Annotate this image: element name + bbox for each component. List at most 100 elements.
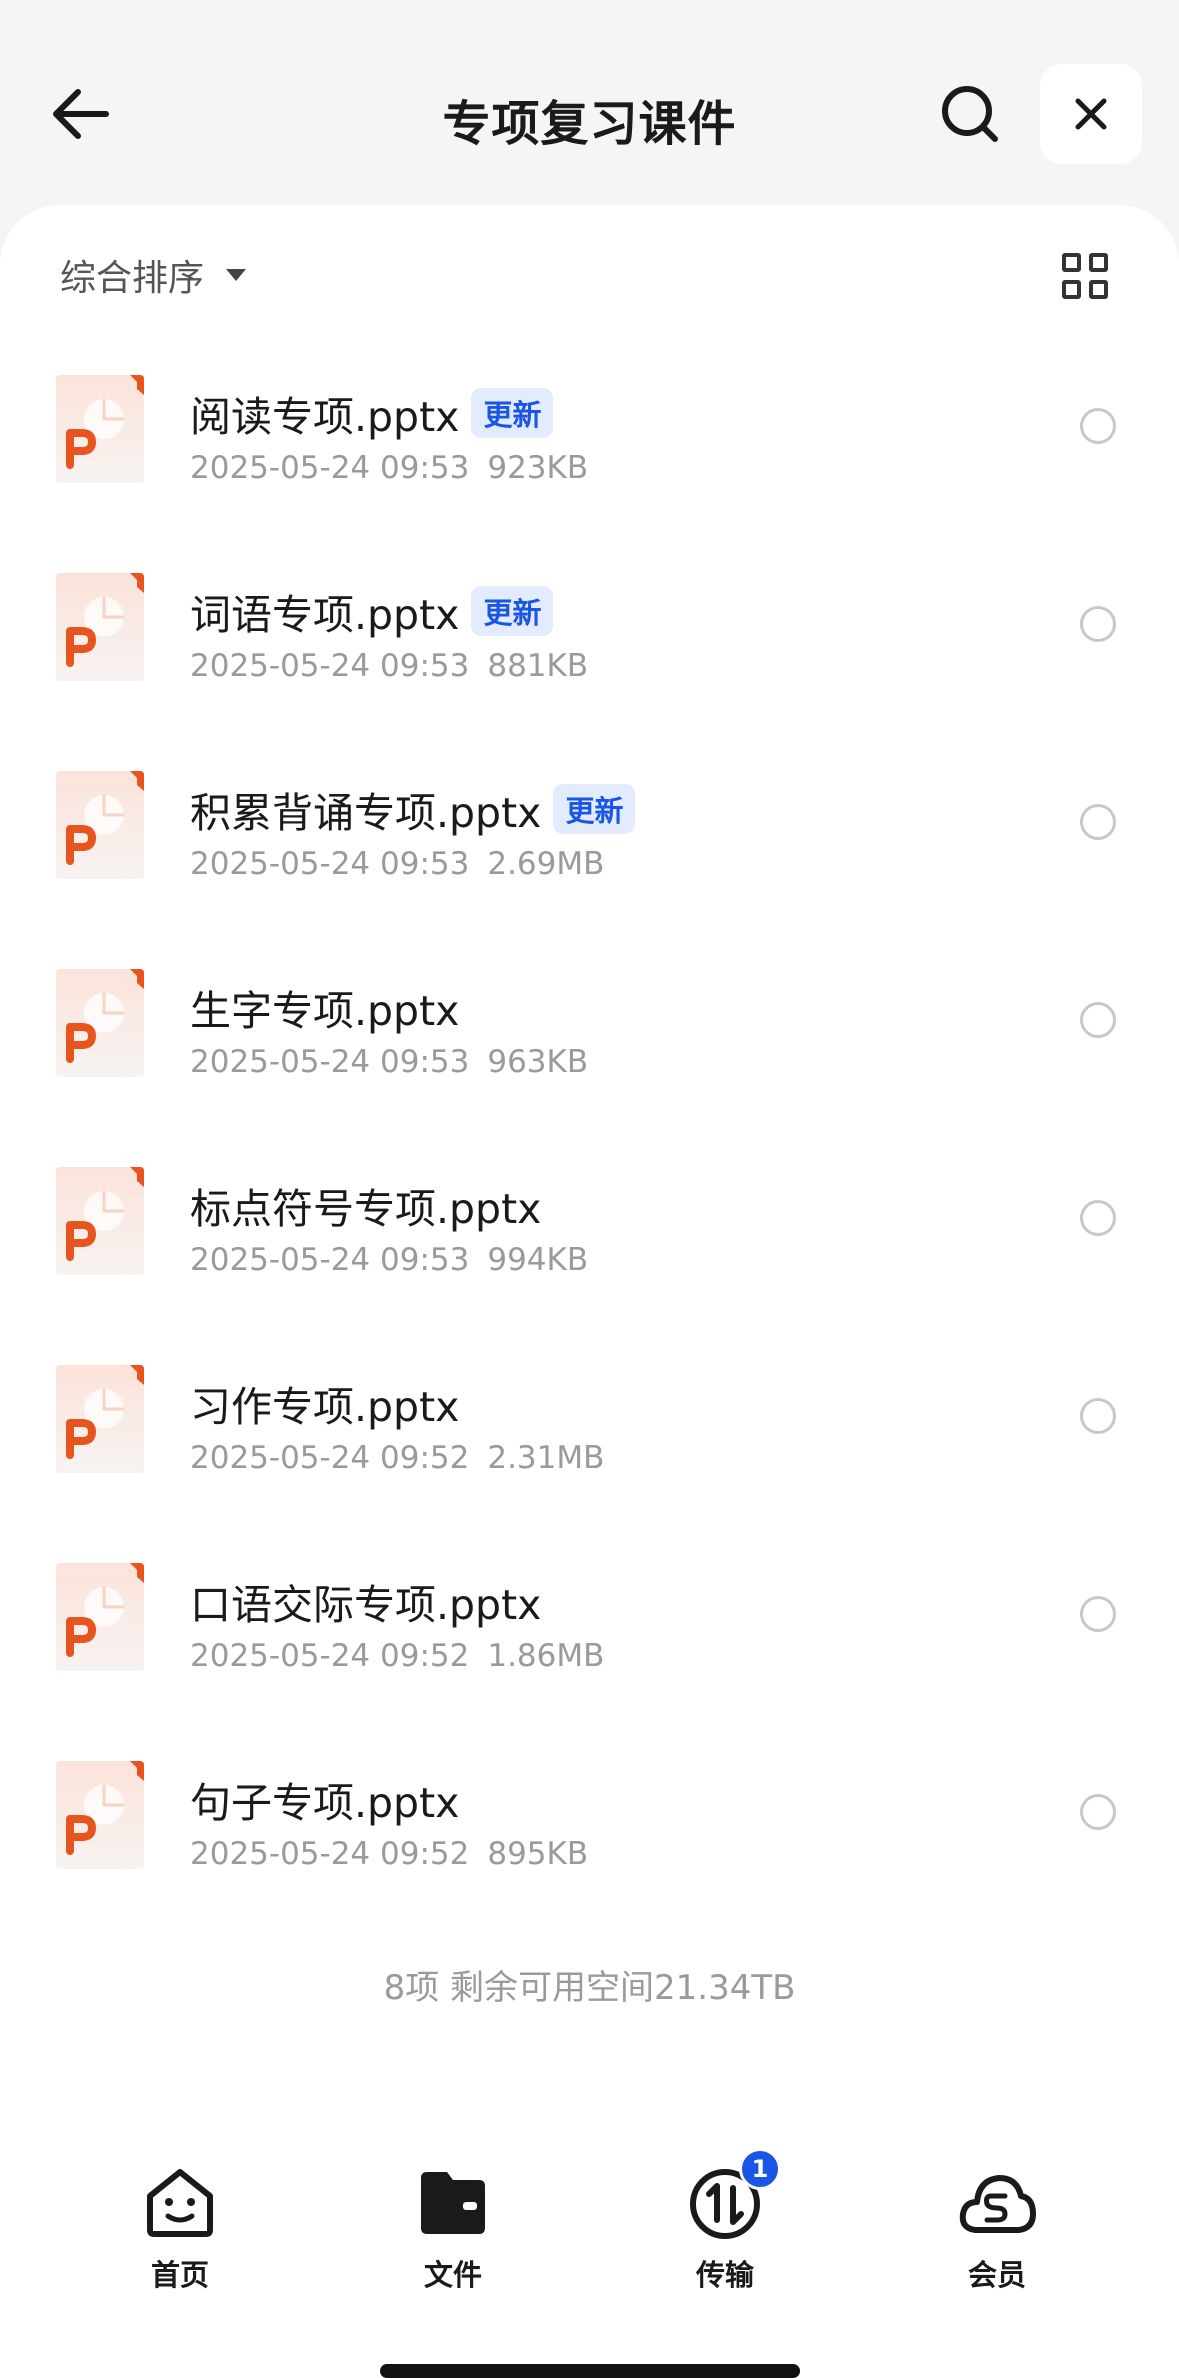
file-name: 标点符号专项.pptx [190, 1185, 542, 1233]
tab-files-label: 文件 [423, 2258, 482, 2292]
file-size: 994KB [487, 1242, 589, 1278]
file-date: 2025-05-24 09:53 [190, 648, 470, 684]
grid-view-icon-cell [1089, 253, 1108, 272]
powerpoint-file-icon [52, 771, 144, 879]
file-row[interactable]: 积累背诵专项.pptx 更新 2025-05-24 09:53 2.69MB [0, 761, 1179, 959]
powerpoint-file-icon [52, 1167, 144, 1275]
powerpoint-file-icon [52, 1365, 144, 1473]
file-name: 习作专项.pptx [190, 1383, 460, 1431]
file-size: 2.31MB [487, 1440, 605, 1476]
select-radio[interactable] [1080, 804, 1116, 840]
search-button[interactable] [930, 74, 1010, 154]
file-date: 2025-05-24 09:53 [190, 1044, 470, 1080]
caret-down-icon [226, 269, 247, 281]
file-meta: 2025-05-24 09:53 994KB [190, 1242, 588, 1278]
powerpoint-file-icon [52, 969, 144, 1077]
sort-button[interactable]: 综合排序 [60, 250, 247, 300]
tab-membership[interactable]: 会员 [907, 2130, 1087, 2292]
file-meta: 2025-05-24 09:53 881KB [190, 648, 588, 684]
file-row[interactable]: 口语交际专项.pptx 2025-05-24 09:52 1.86MB [0, 1553, 1179, 1751]
powerpoint-file-icon [52, 1563, 144, 1671]
bottom-tab-bar: 首页 文件 1 传输 会员 [0, 2130, 1179, 2292]
updated-badge: 更新 [471, 388, 554, 438]
transfer-icon: 1 [685, 2148, 781, 2242]
file-date: 2025-05-24 09:53 [190, 846, 470, 882]
file-name: 生字专项.pptx [190, 987, 460, 1035]
folder-icon [413, 2162, 493, 2242]
file-row[interactable]: 句子专项.pptx 2025-05-24 09:52 895KB [0, 1751, 1179, 1949]
file-name: 阅读专项.pptx [190, 393, 460, 441]
select-radio[interactable] [1080, 1002, 1116, 1038]
file-size: 963KB [487, 1044, 589, 1080]
file-name: 句子专项.pptx [190, 1779, 460, 1827]
file-name-wrap: 阅读专项.pptx 更新 [190, 383, 554, 443]
close-button[interactable] [1040, 64, 1142, 164]
file-size: 895KB [487, 1836, 589, 1872]
file-date: 2025-05-24 09:52 [190, 1638, 470, 1674]
file-date: 2025-05-24 09:52 [190, 1836, 470, 1872]
tab-transfer[interactable]: 1 传输 [635, 2130, 815, 2292]
file-name-wrap: 习作专项.pptx [190, 1373, 459, 1433]
file-name-wrap: 标点符号专项.pptx [190, 1175, 541, 1235]
transfer-count-badge: 1 [739, 2148, 781, 2190]
file-name-wrap: 词语专项.pptx 更新 [190, 581, 554, 641]
file-row[interactable]: 标点符号专项.pptx 2025-05-24 09:53 994KB [0, 1157, 1179, 1355]
header: 专项复习课件 [0, 0, 1179, 205]
file-row[interactable]: 词语专项.pptx 更新 2025-05-24 09:53 881KB [0, 563, 1179, 761]
tab-transfer-label: 传输 [695, 2258, 754, 2292]
select-radio[interactable] [1080, 606, 1116, 642]
file-date: 2025-05-24 09:53 [190, 450, 470, 486]
tab-home[interactable]: 首页 [90, 2130, 270, 2292]
select-radio[interactable] [1080, 1596, 1116, 1632]
file-meta: 2025-05-24 09:53 963KB [190, 1044, 588, 1080]
powerpoint-file-icon [52, 1761, 144, 1869]
list-toolbar: 综合排序 [0, 205, 1179, 335]
grid-view-icon-cell [1062, 280, 1081, 299]
grid-view-icon [1062, 253, 1081, 272]
file-row[interactable]: 阅读专项.pptx 更新 2025-05-24 09:53 923KB [0, 365, 1179, 563]
select-radio[interactable] [1080, 1794, 1116, 1830]
file-name-wrap: 积累背诵专项.pptx 更新 [190, 779, 636, 839]
select-radio[interactable] [1080, 1398, 1116, 1434]
cloud-membership-icon [957, 2162, 1037, 2242]
grid-view-icon-cell [1089, 280, 1108, 299]
sort-label: 综合排序 [60, 258, 205, 299]
file-row[interactable]: 生字专项.pptx 2025-05-24 09:53 963KB [0, 959, 1179, 1157]
tab-home-label: 首页 [150, 2258, 209, 2292]
file-size: 923KB [487, 450, 589, 486]
file-name-wrap: 生字专项.pptx [190, 977, 459, 1037]
file-date: 2025-05-24 09:52 [190, 1440, 470, 1476]
select-radio[interactable] [1080, 408, 1116, 444]
file-size: 1.86MB [487, 1638, 605, 1674]
file-list: 阅读专项.pptx 更新 2025-05-24 09:53 923KB 词语专项.… [0, 365, 1179, 1949]
file-name-wrap: 句子专项.pptx [190, 1769, 459, 1829]
updated-badge: 更新 [471, 586, 554, 636]
file-meta: 2025-05-24 09:53 2.69MB [190, 846, 604, 882]
file-name: 词语专项.pptx [190, 591, 460, 639]
file-name-wrap: 口语交际专项.pptx [190, 1571, 541, 1631]
file-meta: 2025-05-24 09:52 1.86MB [190, 1638, 604, 1674]
search-icon [942, 86, 998, 142]
file-meta: 2025-05-24 09:53 923KB [190, 450, 588, 486]
storage-summary: 8项 剩余可用空间21.34TB [383, 1968, 796, 2008]
powerpoint-file-icon [52, 573, 144, 681]
page: 专项复习课件 综合排序 阅读专项.pptx 更新 2025-05-24 09:5… [0, 0, 1179, 2378]
home-smile-icon [140, 2162, 220, 2242]
file-meta: 2025-05-24 09:52 895KB [190, 1836, 588, 1872]
file-row[interactable]: 习作专项.pptx 2025-05-24 09:52 2.31MB [0, 1355, 1179, 1553]
home-indicator [380, 2364, 800, 2378]
powerpoint-file-icon [52, 375, 144, 483]
grid-view-toggle[interactable] [1062, 253, 1108, 299]
close-icon [1075, 98, 1107, 130]
file-name: 积累背诵专项.pptx [190, 789, 542, 837]
file-name: 口语交际专项.pptx [190, 1581, 542, 1629]
select-radio[interactable] [1080, 1200, 1116, 1236]
file-meta: 2025-05-24 09:52 2.31MB [190, 1440, 604, 1476]
tab-membership-label: 会员 [967, 2258, 1026, 2292]
tab-files[interactable]: 文件 [363, 2130, 543, 2292]
file-size: 881KB [487, 648, 589, 684]
file-size: 2.69MB [487, 846, 605, 882]
file-list-card: 综合排序 阅读专项.pptx 更新 2025-05-24 09:53 923KB… [0, 205, 1179, 2378]
updated-badge: 更新 [553, 784, 636, 834]
file-date: 2025-05-24 09:53 [190, 1242, 470, 1278]
